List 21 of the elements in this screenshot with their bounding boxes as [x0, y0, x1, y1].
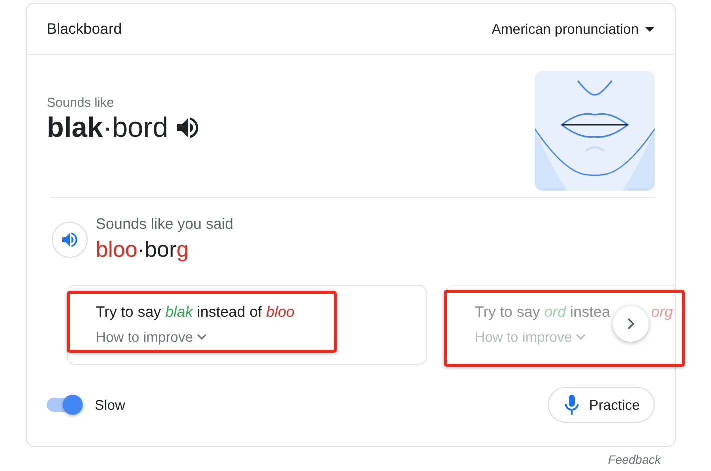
sounds-like-label: Sounds like: [47, 95, 116, 110]
said-spelling: bloo·borg: [96, 237, 190, 263]
accent-dropdown[interactable]: American pronunciation: [492, 21, 655, 37]
microphone-icon: [565, 395, 580, 415]
speaker-icon: [60, 230, 80, 250]
chevron-right-icon: [627, 318, 635, 330]
tip-text: Try to say ord instea: [475, 304, 610, 321]
slow-toggle[interactable]: [47, 398, 81, 412]
caret-icon: [645, 26, 655, 32]
word-title: Blackboard: [47, 20, 122, 38]
practice-button[interactable]: Practice: [548, 387, 655, 423]
tip-text: Try to say blak instead of bloo: [96, 304, 295, 321]
tip-text: org: [651, 304, 674, 321]
phonetic-spelling: blak·bord: [47, 112, 168, 144]
feedback-link[interactable]: Feedback: [608, 453, 661, 467]
slow-label: Slow: [95, 397, 126, 413]
play-recording-button[interactable]: [52, 222, 88, 258]
chevron-down-icon: [197, 334, 208, 340]
chevron-down-icon: [576, 334, 586, 340]
said-label: Sounds like you said: [96, 216, 234, 233]
how-to-improve-link[interactable]: How to improve: [96, 329, 208, 345]
